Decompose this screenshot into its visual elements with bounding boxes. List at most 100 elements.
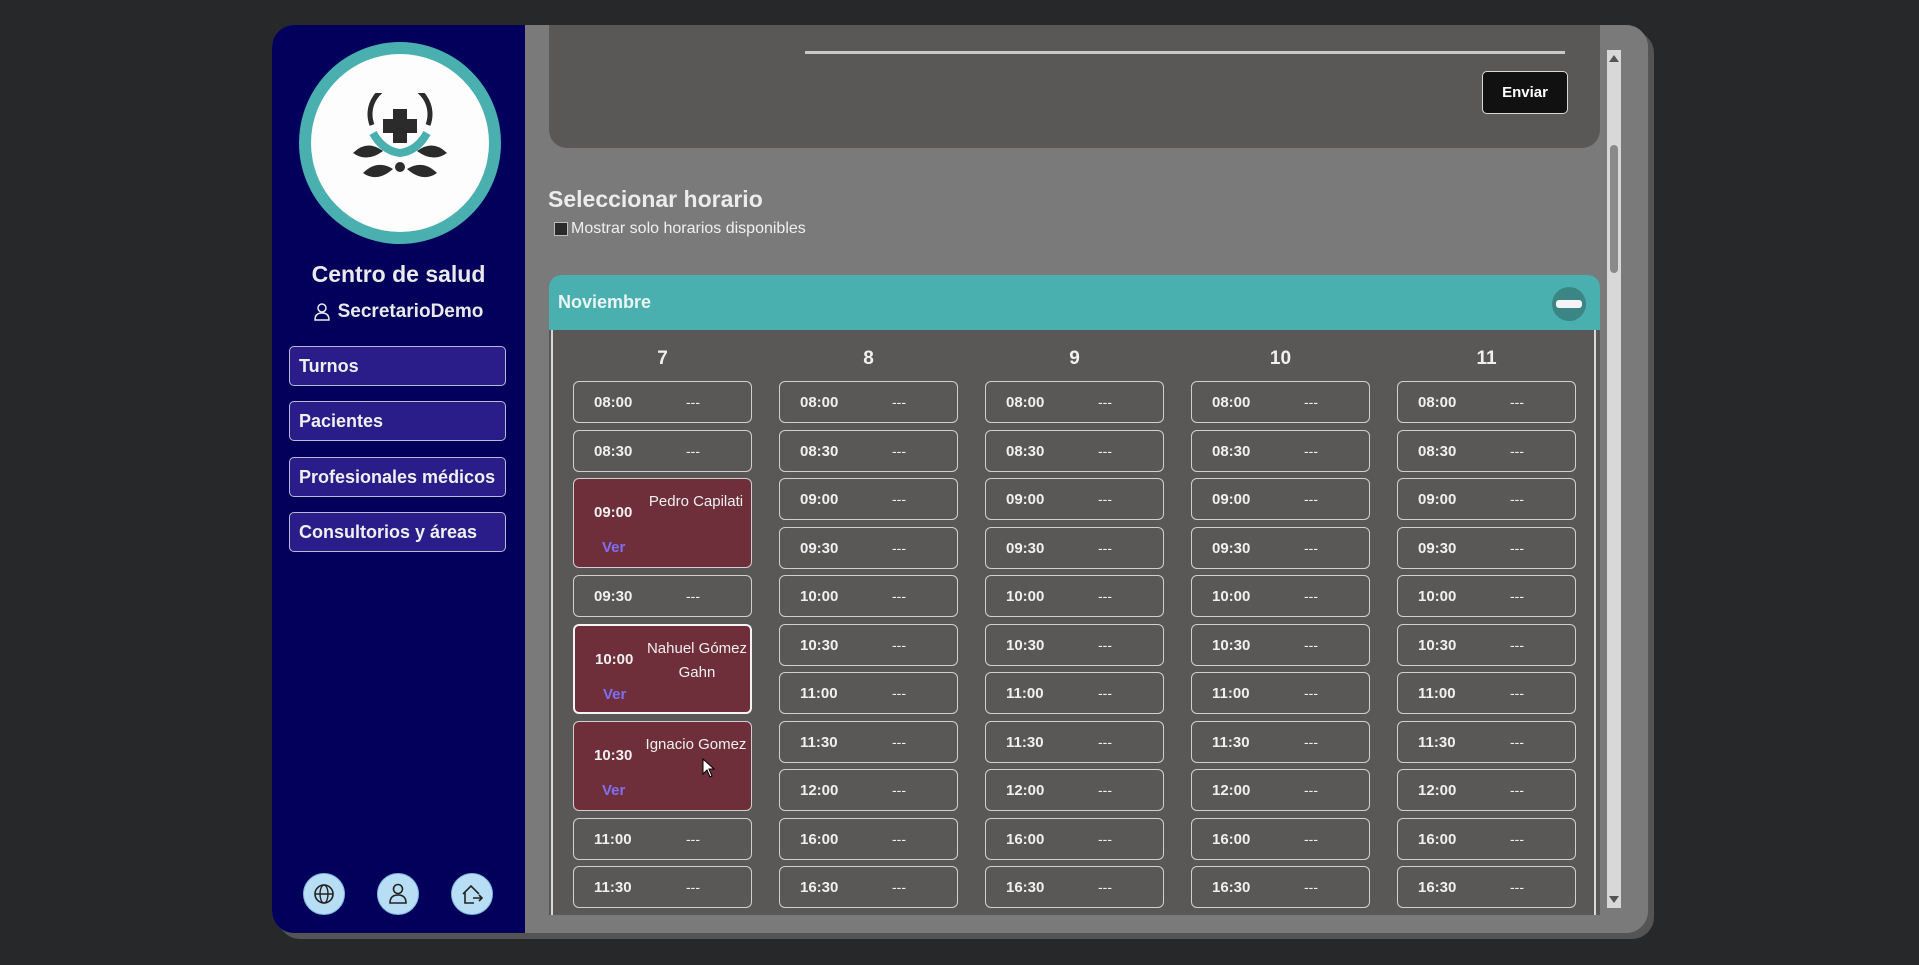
time-slot[interactable]: 08:30 ---: [779, 429, 958, 472]
scroll-up-icon[interactable]: [1609, 55, 1619, 62]
slot-status: ---: [1510, 539, 1524, 556]
time-slot[interactable]: 08:00 ---: [1191, 381, 1370, 423]
available-only-filter[interactable]: Mostrar solo horarios disponibles: [554, 220, 806, 238]
time-slot[interactable]: 11:30 ---: [1397, 720, 1576, 763]
time-slot[interactable]: 08:30 ---: [985, 429, 1164, 472]
nav-turnos[interactable]: Turnos: [289, 346, 506, 386]
booked-slot[interactable]: 10:30 Ignacio Gomez Ver: [573, 720, 752, 811]
time-slot[interactable]: 11:30 ---: [779, 720, 958, 763]
time-slot[interactable]: 10:30 ---: [1397, 623, 1576, 666]
time-slot[interactable]: 16:30 ---: [1191, 866, 1370, 908]
time-slot[interactable]: 16:30 ---: [1397, 866, 1576, 908]
time-slot[interactable]: 11:00 ---: [573, 817, 752, 860]
slot-status: ---: [1304, 491, 1318, 507]
time-slot[interactable]: 10:30 ---: [985, 623, 1164, 666]
booked-slot[interactable]: 10:00 Nahuel Gómez Gahn Ver: [573, 623, 752, 714]
time-slot[interactable]: 08:00 ---: [1397, 381, 1576, 423]
time-slot[interactable]: 08:00 ---: [573, 381, 752, 423]
time-slot[interactable]: 11:30 ---: [573, 866, 752, 908]
slot-time: 09:30: [1006, 539, 1045, 557]
slot-time: 11:30: [1212, 733, 1250, 751]
slot-status: ---: [1304, 588, 1318, 604]
view-appointment-link[interactable]: Ver: [603, 686, 626, 703]
time-slot[interactable]: 12:00 ---: [985, 769, 1164, 811]
slot-status: ---: [1098, 879, 1112, 895]
time-slot[interactable]: 08:30 ---: [1191, 429, 1370, 472]
slot-status: ---: [892, 830, 906, 847]
time-slot[interactable]: 09:00 ---: [1397, 478, 1576, 520]
available-only-checkbox[interactable]: [554, 222, 568, 236]
time-slot[interactable]: 16:00 ---: [1397, 817, 1576, 860]
time-slot[interactable]: 16:00 ---: [779, 817, 958, 860]
slot-time: 11:00: [1418, 685, 1456, 702]
time-slot[interactable]: 11:00 ---: [985, 672, 1164, 714]
time-slot[interactable]: 08:00 ---: [985, 381, 1164, 423]
time-slot[interactable]: 11:00 ---: [1191, 672, 1370, 714]
form-field-bottom[interactable]: [805, 51, 1565, 54]
time-slot[interactable]: 09:00 ---: [985, 478, 1164, 520]
day-label: 10: [1269, 348, 1292, 369]
time-slot[interactable]: 11:30 ---: [985, 720, 1164, 763]
slot-status: ---: [1098, 394, 1112, 410]
scroll-thumb[interactable]: [1610, 145, 1618, 273]
view-appointment-link[interactable]: Ver: [602, 539, 625, 556]
time-slot[interactable]: 10:30 ---: [1191, 623, 1370, 666]
slot-time: 10:00: [1212, 588, 1251, 605]
time-slot[interactable]: 08:00 ---: [779, 381, 958, 423]
time-slot[interactable]: 09:30 ---: [779, 526, 958, 569]
view-appointment-link[interactable]: Ver: [602, 782, 625, 799]
time-slot[interactable]: 10:00 ---: [779, 575, 958, 617]
slot-status: ---: [1098, 588, 1112, 604]
time-slot[interactable]: 16:00 ---: [985, 817, 1164, 860]
slot-time: 12:00: [1418, 782, 1457, 799]
time-slot[interactable]: 11:00 ---: [779, 672, 958, 714]
slot-status: ---: [1304, 782, 1318, 798]
time-slot[interactable]: 11:00 ---: [1397, 672, 1576, 714]
time-slot[interactable]: 16:30 ---: [779, 866, 958, 908]
logout-icon[interactable]: [451, 873, 493, 915]
time-slot[interactable]: 09:30 ---: [1397, 526, 1576, 569]
time-slot[interactable]: 09:00 ---: [779, 478, 958, 520]
time-slot[interactable]: 09:30 ---: [1191, 526, 1370, 569]
slot-status: ---: [1510, 830, 1524, 847]
time-slot[interactable]: 09:30 ---: [985, 526, 1164, 569]
profile-icon[interactable]: [377, 873, 419, 915]
send-button[interactable]: Enviar: [1482, 71, 1568, 114]
time-slot[interactable]: 09:00 ---: [1191, 478, 1370, 520]
time-slot[interactable]: 12:00 ---: [779, 769, 958, 811]
time-slot[interactable]: 11:30 ---: [1191, 720, 1370, 763]
time-slot[interactable]: 09:30 ---: [573, 575, 752, 617]
month-header[interactable]: Noviembre: [549, 275, 1600, 330]
slot-time: 10:00: [1006, 588, 1045, 605]
nav-profesionales[interactable]: Profesionales médicos: [289, 457, 506, 497]
slot-time: 12:00: [1212, 782, 1251, 799]
time-slot[interactable]: 10:30 ---: [779, 623, 958, 666]
time-slot[interactable]: 16:00 ---: [1191, 817, 1370, 860]
time-slot[interactable]: 16:30 ---: [985, 866, 1164, 908]
slot-status: ---: [1304, 636, 1318, 653]
nav-consultorios[interactable]: Consultorios y áreas: [289, 512, 506, 552]
time-slot[interactable]: 10:00 ---: [1191, 575, 1370, 617]
slot-time: 09:30: [1212, 539, 1251, 557]
globe-icon[interactable]: [303, 873, 345, 915]
slot-status: ---: [1098, 685, 1112, 701]
slot-time: 11:00: [1006, 685, 1044, 702]
scroll-down-icon[interactable]: [1609, 896, 1619, 903]
slot-time: 10:00: [595, 650, 634, 668]
sidebar: Centro de salud SecretarioDemo Turnos Pa…: [272, 25, 525, 933]
slot-time: 08:30: [1418, 442, 1457, 460]
nav-pacientes[interactable]: Pacientes: [289, 401, 506, 441]
time-slot[interactable]: 10:00 ---: [985, 575, 1164, 617]
time-slot[interactable]: 10:00 ---: [1397, 575, 1576, 617]
slot-status: ---: [1510, 685, 1524, 701]
scrollbar[interactable]: [1607, 50, 1621, 908]
time-slot[interactable]: 12:00 ---: [1191, 769, 1370, 811]
time-slot[interactable]: 12:00 ---: [1397, 769, 1576, 811]
slot-time: 16:00: [1006, 830, 1045, 848]
time-slot[interactable]: 08:30 ---: [1397, 429, 1576, 472]
booked-slot[interactable]: 09:00 Pedro Capilati Ver: [573, 478, 752, 568]
time-slot[interactable]: 08:30 ---: [573, 429, 752, 472]
patient-name: Ignacio Gomez: [645, 735, 747, 753]
collapse-icon[interactable]: [1552, 287, 1586, 321]
slot-status: ---: [1510, 879, 1524, 895]
